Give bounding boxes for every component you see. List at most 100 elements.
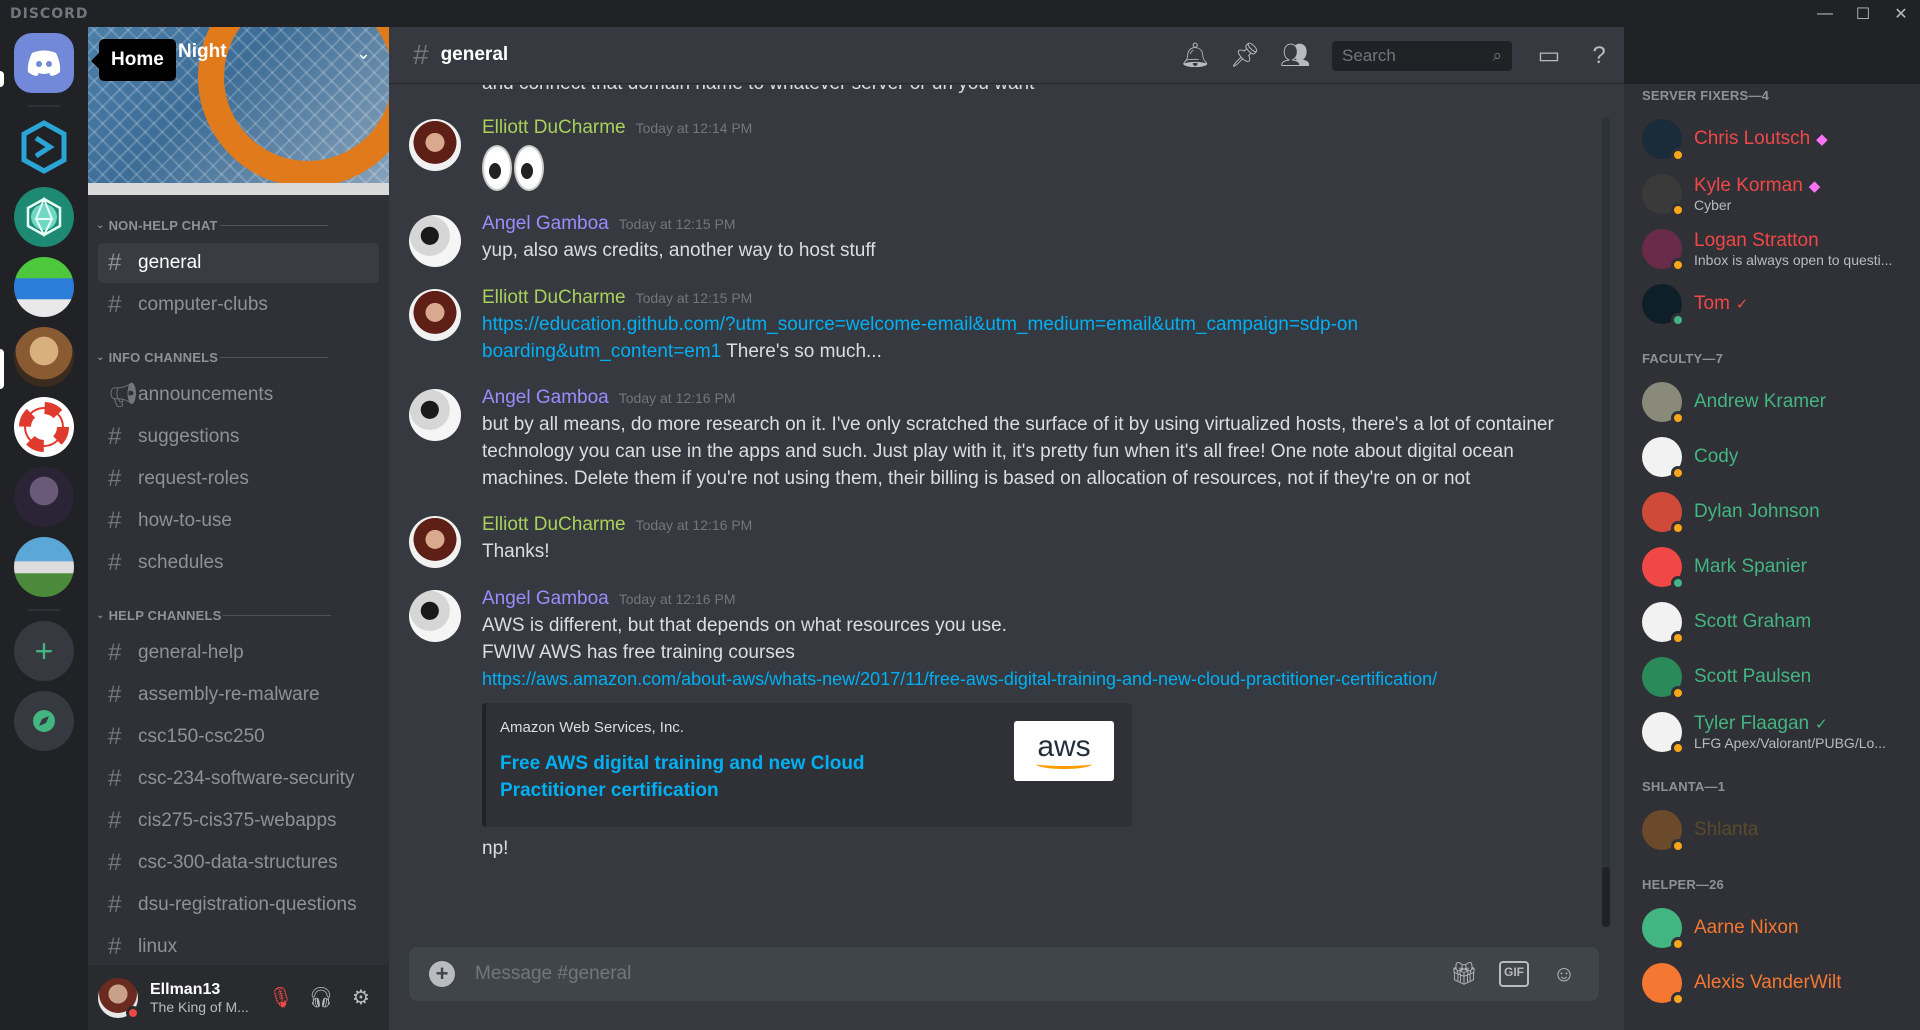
member-item[interactable]: Shlanta: [1642, 802, 1920, 857]
server-icon-wisp[interactable]: [14, 467, 74, 527]
message-author[interactable]: Elliott DuCharme: [482, 514, 626, 536]
avatar[interactable]: [409, 119, 461, 171]
server-icon-landscape[interactable]: [14, 257, 74, 317]
member-item[interactable]: Chris Loutsch ◆: [1642, 111, 1920, 166]
pin-icon[interactable]: 📌︎: [1220, 41, 1270, 70]
message-input[interactable]: Message #general: [475, 963, 631, 985]
scrollbar[interactable]: [1602, 117, 1610, 927]
channel-item[interactable]: # general: [98, 243, 379, 283]
server-icon-d20[interactable]: [14, 187, 74, 247]
channel-item[interactable]: # csc-234-software-security: [98, 759, 379, 799]
message-author[interactable]: Angel Gamboa: [482, 387, 609, 409]
channel-item[interactable]: 📢︎ announcements: [98, 375, 379, 415]
channel-category[interactable]: ⌄ NON-HELP CHAT: [96, 215, 389, 235]
add-server-button[interactable]: +: [14, 621, 74, 681]
server-icon-scene[interactable]: [14, 537, 74, 597]
explore-servers-button[interactable]: [14, 691, 74, 751]
avatar: [1642, 118, 1685, 162]
maximize-icon[interactable]: ☐: [1844, 0, 1882, 27]
gif-button[interactable]: GIF: [1489, 961, 1539, 987]
category-divider: [220, 356, 329, 358]
avatar: [1642, 283, 1685, 327]
upload-plus-icon[interactable]: +: [429, 961, 455, 987]
members-icon[interactable]: 👥︎: [1270, 41, 1320, 70]
channel-item[interactable]: # suggestions: [98, 417, 379, 457]
status-dot: [1671, 630, 1685, 645]
channel-item[interactable]: # csc150-csc250: [98, 717, 379, 757]
member-item[interactable]: Logan Stratton Inbox is always open to qu…: [1642, 221, 1920, 276]
minimize-icon[interactable]: —: [1806, 0, 1844, 27]
avatar[interactable]: [409, 516, 461, 568]
hashtag-icon: #: [108, 933, 122, 960]
hashtag-icon: #: [108, 639, 122, 666]
message-link[interactable]: https://aws.amazon.com/about-aws/whats-n…: [482, 669, 1437, 689]
search-input[interactable]: Search ⌕: [1332, 40, 1512, 71]
channel-item[interactable]: # schedules: [98, 543, 379, 583]
server-icon-lifebuoy[interactable]: [14, 397, 74, 457]
channel-item[interactable]: # how-to-use: [98, 501, 379, 541]
channel-item[interactable]: # request-roles: [98, 459, 379, 499]
member-item[interactable]: Tom ✓: [1642, 276, 1920, 331]
message-author[interactable]: Angel Gamboa: [482, 213, 609, 235]
emoji-icon[interactable]: ☺: [1539, 961, 1589, 987]
channel-item[interactable]: # computer-clubs: [98, 285, 379, 325]
message-author[interactable]: Angel Gamboa: [482, 588, 609, 610]
message-body: https://education.github.com/?utm_source…: [482, 311, 1362, 365]
server-icon-hex[interactable]: [14, 117, 74, 177]
avatar[interactable]: [409, 289, 461, 341]
avatar[interactable]: [98, 977, 140, 1020]
inbox-icon[interactable]: ▭: [1524, 41, 1574, 70]
close-icon[interactable]: ✕: [1882, 0, 1920, 27]
member-item[interactable]: Scott Paulsen: [1642, 649, 1920, 704]
home-button[interactable]: [14, 33, 74, 93]
status-dot: [1671, 202, 1685, 217]
member-item[interactable]: Kyle Korman ◆ Cyber: [1642, 166, 1920, 221]
member-item[interactable]: Aarne Nixon: [1642, 900, 1920, 955]
channel-item[interactable]: # csc-300-data-structures: [98, 843, 379, 883]
message-composer[interactable]: + Message #general 🎁︎ GIF ☺: [409, 947, 1599, 1001]
chevron-down-icon[interactable]: ⌄: [356, 43, 371, 64]
aws-smile: [1036, 759, 1092, 769]
member-item[interactable]: Dylan Johnson: [1642, 484, 1920, 539]
channel-label: schedules: [138, 552, 224, 573]
channel-category[interactable]: ⌄ HELP CHANNELS: [96, 605, 389, 625]
gift-icon[interactable]: 🎁︎: [1439, 961, 1489, 987]
channel-item[interactable]: # assembly-re-malware: [98, 675, 379, 715]
channel-item[interactable]: # cis275-cis375-webapps: [98, 801, 379, 841]
member-name: Aarne Nixon: [1694, 917, 1799, 939]
avatar[interactable]: [409, 389, 461, 441]
channel-item[interactable]: # general-help: [98, 633, 379, 673]
plus-icon: +: [34, 632, 54, 669]
mute-mic-icon[interactable]: 🎙︎: [261, 978, 301, 1018]
channel-category[interactable]: ⌄ INFO CHANNELS: [96, 347, 389, 367]
message-link[interactable]: https://education.github.com/?utm_source…: [482, 314, 1358, 362]
member-item[interactable]: Cody: [1642, 429, 1920, 484]
embed-title[interactable]: Free AWS digital training and new Cloud …: [500, 750, 970, 804]
member-item[interactable]: Alexis VanderWilt: [1642, 955, 1920, 1010]
message-list: and connect that domain name to whatever…: [389, 85, 1624, 935]
checkmark-icon: ✓: [1735, 295, 1749, 313]
member-item[interactable]: Andrew Kramer: [1642, 374, 1920, 429]
message-author[interactable]: Elliott DuCharme: [482, 287, 626, 309]
member-name: Logan Stratton: [1694, 230, 1914, 252]
member-item[interactable]: Tyler Flaagan ✓ LFG Apex/Valorant/PUBG/Lo.…: [1642, 704, 1920, 759]
server-icon-avatar[interactable]: [14, 327, 74, 387]
channel-item[interactable]: # dsu-registration-questions: [98, 885, 379, 925]
avatar[interactable]: [409, 590, 461, 642]
avatar[interactable]: [409, 215, 461, 267]
gear-icon[interactable]: ⚙: [341, 978, 381, 1018]
member-item[interactable]: Mark Spanier: [1642, 539, 1920, 594]
help-icon[interactable]: ?: [1574, 42, 1624, 70]
message-author[interactable]: Elliott DuCharme: [482, 117, 626, 139]
banner-stripe: [88, 183, 389, 195]
channel-item[interactable]: # linux: [98, 927, 379, 967]
channel-label: dsu-registration-questions: [138, 894, 357, 915]
member-name: Cody: [1694, 446, 1738, 468]
avatar: [1642, 711, 1685, 755]
scrollbar-thumb[interactable]: [1602, 867, 1610, 927]
member-group-title: FACULTY—7: [1642, 351, 1724, 366]
hashtag-icon: #: [108, 807, 122, 834]
member-item[interactable]: Scott Graham: [1642, 594, 1920, 649]
headphones-icon[interactable]: 🎧︎: [301, 978, 341, 1018]
bell-icon[interactable]: 🔔︎: [1170, 41, 1220, 70]
